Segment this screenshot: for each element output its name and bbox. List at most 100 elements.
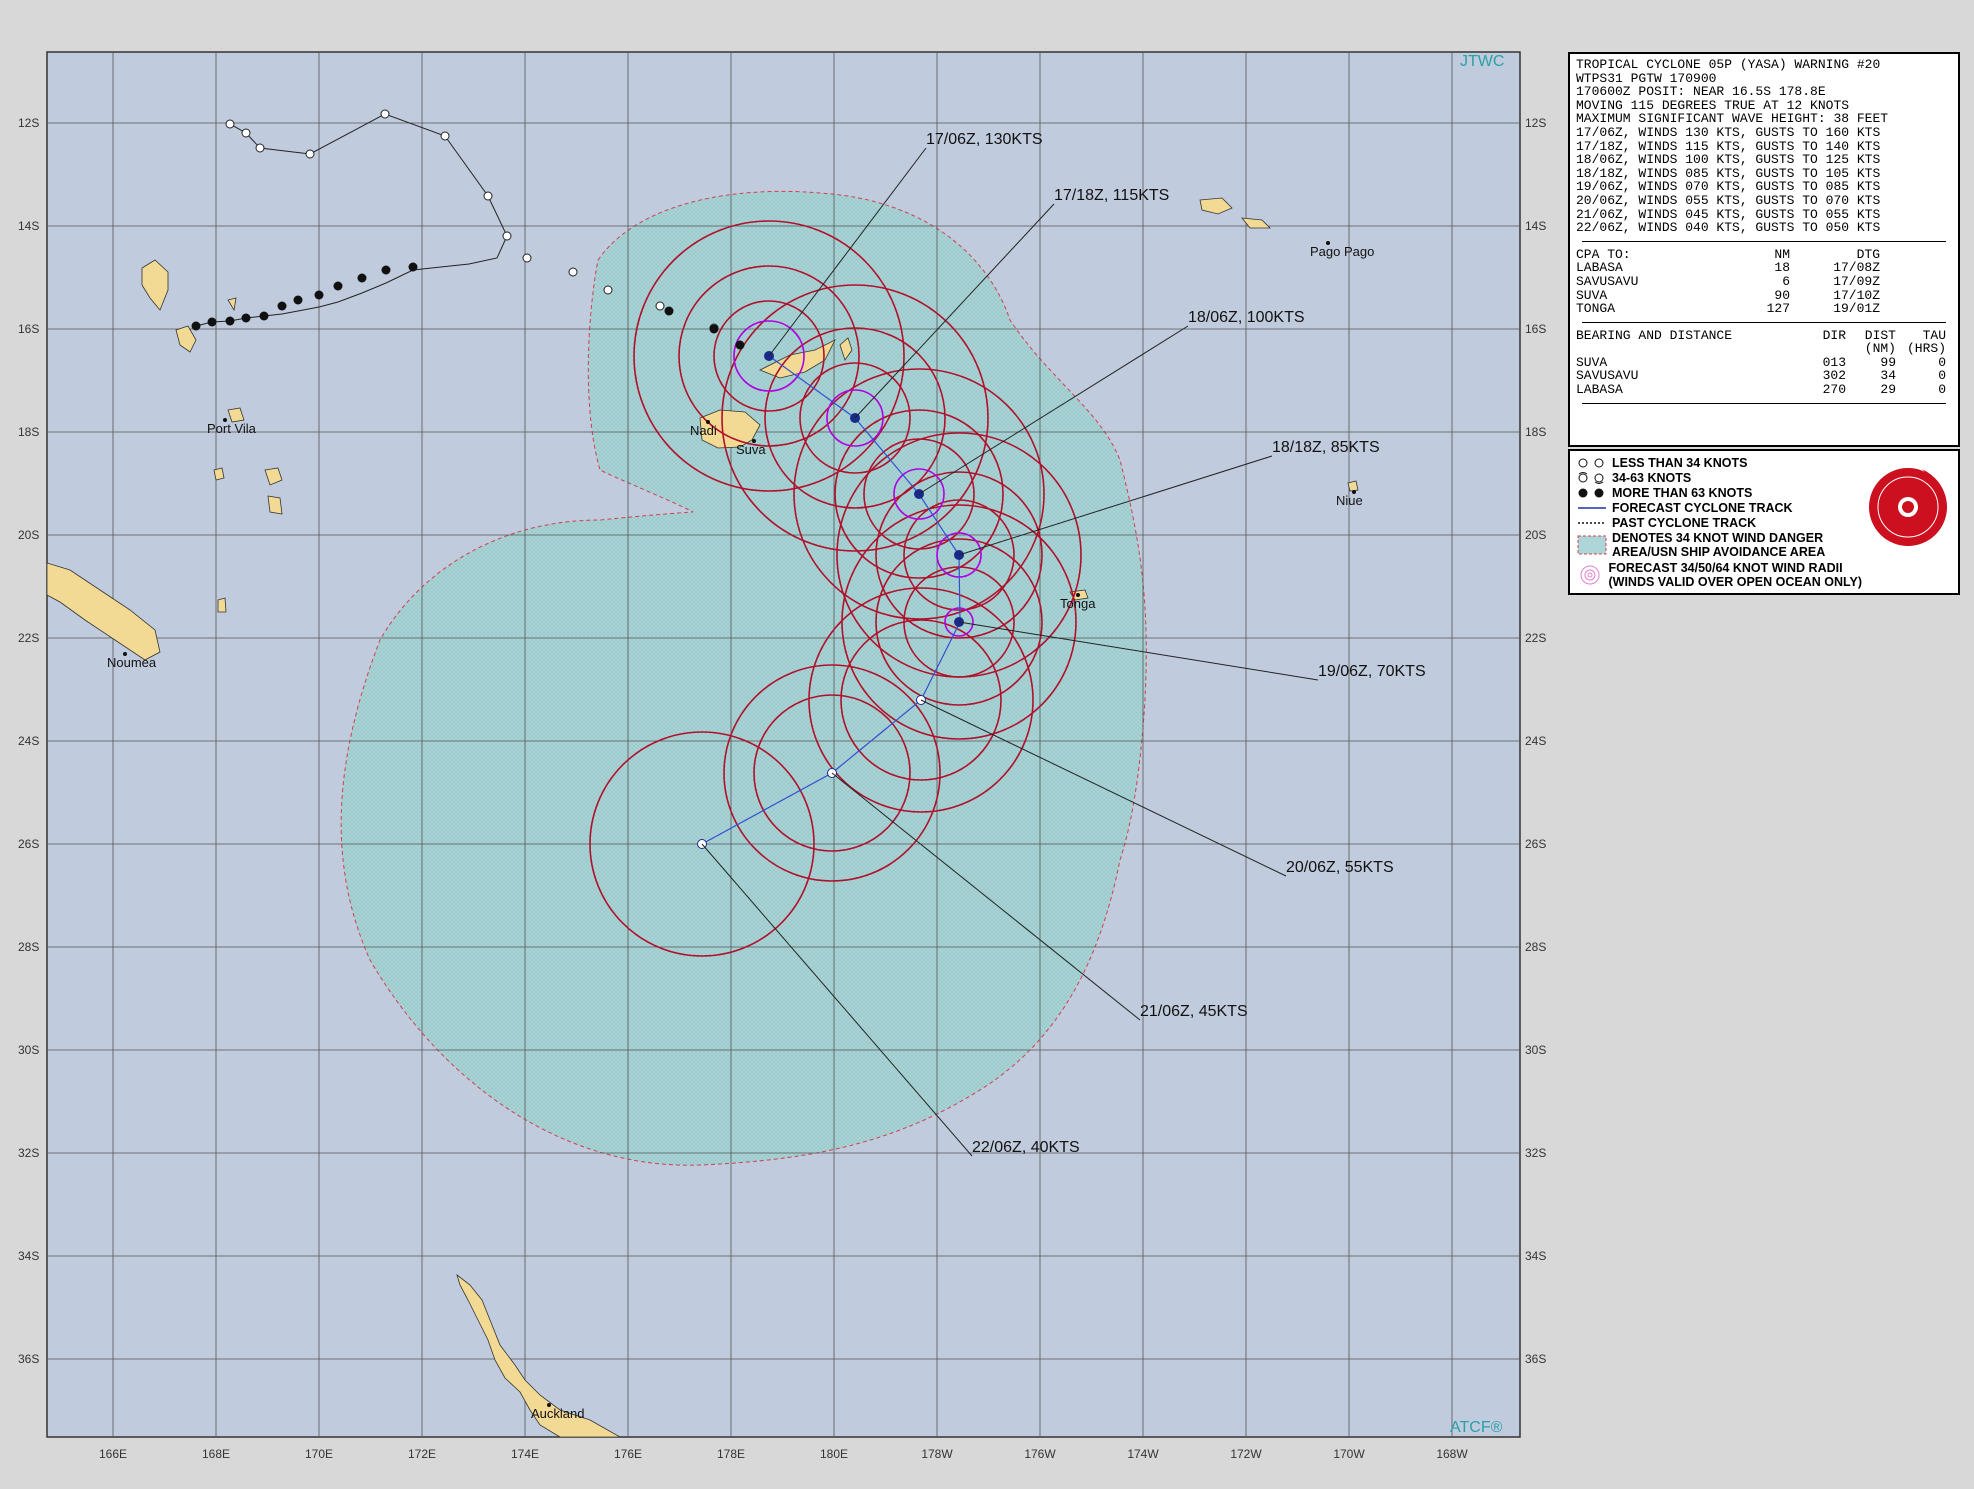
warning-line: 17/18Z, WINDS 115 KTS, GUSTS TO 140 KTS	[1576, 138, 1881, 154]
place-label: Nadi	[690, 423, 717, 438]
forecast-label: 17/18Z, 115KTS	[1054, 187, 1169, 204]
strong-storm-marker	[709, 324, 719, 334]
past-position-marker	[568, 267, 578, 277]
legend-label-line: DENOTES 34 KNOT WIND DANGER	[1612, 531, 1824, 545]
table-cell: TONGA	[1576, 301, 1616, 317]
lat-label-right: 18S	[1525, 425, 1546, 439]
lat-label: 22S	[18, 631, 39, 645]
legend-list: LESS THAN 34 KNOTS 34-63 KNOTS MORE THAN 6…	[1572, 455, 1862, 590]
strong-storm-marker	[333, 281, 343, 291]
table-cell: (HRS)	[1906, 341, 1946, 357]
place-dot	[1326, 241, 1330, 245]
table-row: LABASA 18 17/08Z	[1576, 261, 1952, 275]
forecast-label: 22/06Z, 40KTS	[972, 1139, 1080, 1156]
table-cell: 270	[1822, 382, 1846, 398]
warning-line: TROPICAL CYCLONE 05P (YASA) WARNING #20	[1576, 57, 1881, 72]
strong-storm-marker	[381, 265, 391, 275]
past-position-marker	[603, 285, 613, 295]
strong-storm-marker	[191, 321, 201, 331]
lat-label: 34S	[18, 1249, 39, 1263]
table-cell: BEARING AND DISTANCE	[1576, 327, 1733, 343]
lat-label: 24S	[18, 734, 39, 748]
lon-label: 172E	[408, 1447, 436, 1461]
atcf-logo: ATCF®	[1450, 1419, 1503, 1436]
table-cell: LABASA	[1576, 260, 1623, 276]
lat-label-right: 22S	[1525, 631, 1546, 645]
past-position-marker	[502, 231, 512, 241]
warning-text: TROPICAL CYCLONE 05P (YASA) WARNING #20 W…	[1576, 58, 1952, 235]
table-cell: 17/09Z	[1833, 273, 1880, 289]
table-row: (NM) (HRS)	[1576, 342, 1952, 356]
table-cell: 34	[1880, 368, 1896, 384]
wind-radii-icon	[1572, 564, 1609, 586]
table-cell: 0	[1938, 354, 1946, 370]
legend-label-line: MORE THAN 63 KNOTS	[1612, 485, 1753, 500]
legend-item: 34-63 KNOTS	[1572, 470, 1862, 485]
table-cell: NM	[1774, 246, 1790, 262]
legend-label-line: PAST CYCLONE TRACK	[1612, 515, 1757, 530]
strong-storm-marker	[408, 262, 418, 272]
place-label: Auckland	[531, 1406, 584, 1421]
place-dot	[547, 1403, 551, 1407]
legend-label-line: 34-63 KNOTS	[1612, 470, 1692, 485]
place-label: Niue	[1336, 493, 1363, 508]
table-row: CPA TO: NM DTG	[1576, 248, 1952, 262]
strong-storm-marker	[293, 295, 303, 305]
legend-label: MORE THAN 63 KNOTS	[1612, 486, 1752, 500]
lon-label: 172W	[1230, 1447, 1262, 1461]
table-cell: CPA TO:	[1576, 246, 1631, 262]
place-dot	[752, 439, 756, 443]
table-cell: 302	[1822, 368, 1846, 384]
table-row: SAVUSAVU 302 34 0	[1576, 369, 1952, 383]
table-cell: DTG	[1856, 246, 1880, 262]
table-cell: 013	[1822, 354, 1846, 370]
lat-label-right: 14S	[1525, 219, 1546, 233]
place-label: Pago Pago	[1310, 244, 1374, 259]
past-position-marker	[225, 119, 235, 129]
lon-label: 178E	[717, 1447, 745, 1461]
lat-label-right: 16S	[1525, 322, 1546, 336]
past-position-marker	[255, 143, 265, 153]
place-dot	[1352, 490, 1356, 494]
table-row: TONGA 127 19/01Z	[1576, 302, 1952, 316]
lat-label-right: 24S	[1525, 734, 1546, 748]
warning-line: 22/06Z, WINDS 040 KTS, GUSTS TO 050 KTS	[1576, 220, 1881, 236]
lon-label: 168E	[202, 1447, 230, 1461]
hollow-storm-icon	[1572, 456, 1612, 470]
warning-line: 18/06Z, WINDS 100 KTS, GUSTS TO 125 KTS	[1576, 152, 1881, 168]
lat-label-right: 28S	[1525, 940, 1546, 954]
table-cell: 17/10Z	[1833, 287, 1880, 303]
table-cell: 18	[1774, 260, 1790, 276]
past-position-marker	[241, 128, 251, 138]
lat-label-right: 12S	[1525, 116, 1546, 130]
lat-label-right: 34S	[1525, 1249, 1546, 1263]
legend-label: FORECAST CYCLONE TRACK	[1612, 501, 1793, 515]
lat-label: 16S	[18, 322, 39, 336]
lat-label: 26S	[18, 837, 39, 851]
lat-label: 28S	[18, 940, 39, 954]
legend-item: FORECAST 34/50/64 KNOT WIND RADII (WINDS …	[1572, 560, 1862, 590]
table-cell: SAVUSAVU	[1576, 368, 1639, 384]
table-cell: DIR	[1822, 327, 1846, 343]
tanna-island	[267, 495, 283, 515]
table-row: SAVUSAVU 6 17/09Z	[1576, 275, 1952, 289]
table-cell: 90	[1774, 287, 1790, 303]
table-cell: 0	[1938, 368, 1946, 384]
warning-line: MOVING 115 DEGREES TRUE AT 12 KNOTS	[1576, 97, 1850, 113]
strong-storm-marker	[241, 313, 251, 323]
warning-line: 17/06Z, WINDS 130 KTS, GUSTS TO 160 KTS	[1576, 124, 1881, 140]
table-cell: SUVA	[1576, 287, 1608, 303]
small-island	[217, 597, 227, 613]
legend-item: DENOTES 34 KNOT WIND DANGER AREA/USN SHIP…	[1572, 530, 1862, 560]
lat-label-right: 36S	[1525, 1352, 1546, 1366]
cpa-table: CPA TO: NM DTG LABASA 18 17/08Z SAVUSAVU 6 17/09…	[1576, 248, 1952, 316]
table-cell: 19/01Z	[1833, 301, 1880, 317]
warning-line: 20/06Z, WINDS 055 KTS, GUSTS TO 070 KTS	[1576, 192, 1881, 208]
table-cell: LABASA	[1576, 382, 1623, 398]
strong-storm-marker	[225, 316, 235, 326]
lon-label: 180E	[820, 1447, 848, 1461]
place-label: Suva	[736, 442, 766, 457]
table-row: BEARING AND DISTANCE DIR DIST TAU	[1576, 329, 1952, 343]
legend-label: DENOTES 34 KNOT WIND DANGER AREA/USN SHIP…	[1612, 531, 1825, 559]
table-cell: 6	[1782, 273, 1790, 289]
